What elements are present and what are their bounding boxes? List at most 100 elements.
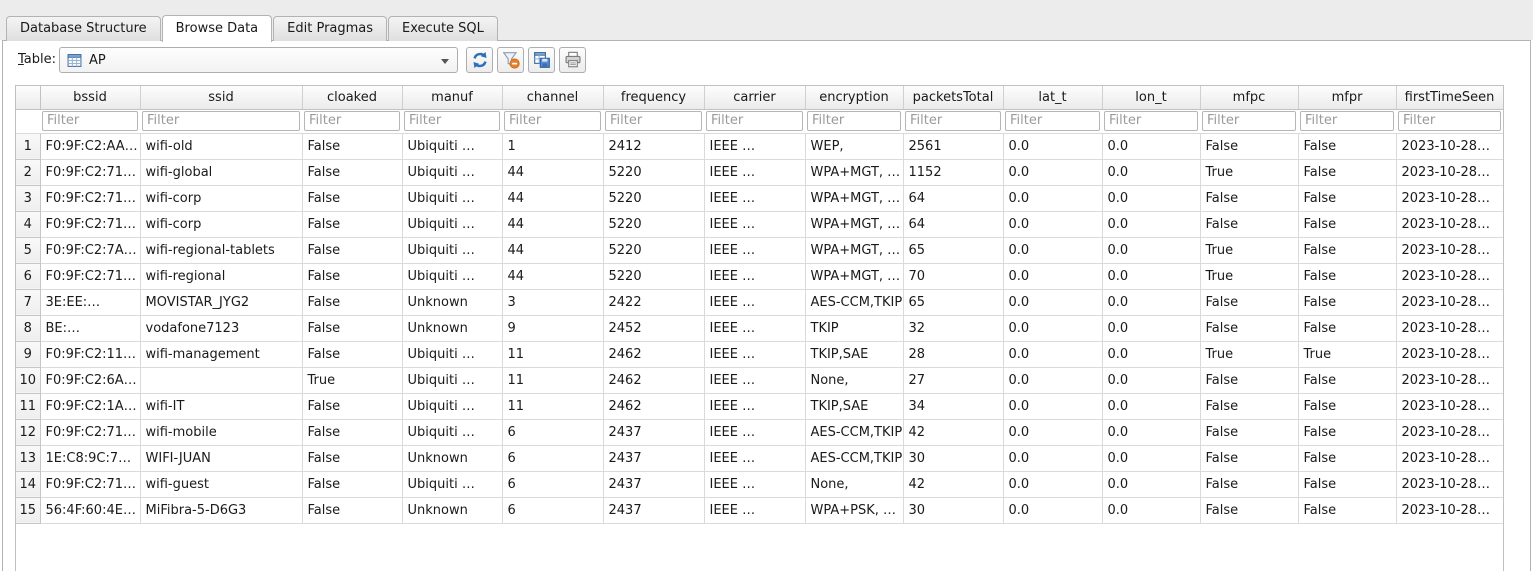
- cell-ssid[interactable]: wifi-global: [140, 159, 303, 186]
- cell-ssid[interactable]: wifi-regional: [140, 263, 303, 290]
- cell-firstTimeSeen[interactable]: 2023-10-28…: [1396, 315, 1503, 342]
- column-header-carrier[interactable]: carrier: [704, 86, 806, 110]
- cell-packetsTotal[interactable]: 42: [903, 419, 1004, 446]
- cell-channel[interactable]: 44: [502, 211, 604, 238]
- cell-lat_t[interactable]: 0.0: [1003, 237, 1103, 264]
- cell-mfpc[interactable]: False: [1200, 419, 1299, 446]
- cell-mfpc[interactable]: False: [1200, 471, 1299, 498]
- cell-firstTimeSeen[interactable]: 2023-10-28…: [1396, 393, 1503, 420]
- row-number[interactable]: 13: [16, 445, 41, 472]
- cell-ssid[interactable]: wifi-old: [140, 133, 303, 160]
- cell-frequency[interactable]: 5220: [603, 211, 705, 238]
- cell-frequency[interactable]: 2437: [603, 445, 705, 472]
- cell-lat_t[interactable]: 0.0: [1003, 341, 1103, 368]
- cell-firstTimeSeen[interactable]: 2023-10-28…: [1396, 445, 1503, 472]
- cell-mfpc[interactable]: True: [1200, 237, 1299, 264]
- cell-frequency[interactable]: 2452: [603, 315, 705, 342]
- cell-carrier[interactable]: IEEE …: [704, 237, 806, 264]
- cell-carrier[interactable]: IEEE …: [704, 367, 806, 394]
- cell-mfpr[interactable]: False: [1298, 471, 1397, 498]
- column-header-lon_t[interactable]: lon_t: [1102, 86, 1201, 110]
- cell-manuf[interactable]: Ubiquiti …: [402, 159, 503, 186]
- cell-lon_t[interactable]: 0.0: [1102, 237, 1201, 264]
- column-header-packetsTotal[interactable]: packetsTotal: [903, 86, 1004, 110]
- cell-frequency[interactable]: 2412: [603, 133, 705, 160]
- cell-ssid[interactable]: MiFibra-5-D6G3: [140, 497, 303, 524]
- cell-ssid[interactable]: vodafone7123: [140, 315, 303, 342]
- cell-carrier[interactable]: IEEE …: [704, 341, 806, 368]
- cell-firstTimeSeen[interactable]: 2023-10-28…: [1396, 263, 1503, 290]
- cell-encryption[interactable]: WPA+MGT, …: [805, 263, 904, 290]
- cell-channel[interactable]: 9: [502, 315, 604, 342]
- cell-cloaked[interactable]: False: [302, 185, 403, 212]
- column-header-firstTimeSeen[interactable]: firstTimeSeen: [1396, 86, 1503, 110]
- cell-mfpr[interactable]: False: [1298, 497, 1397, 524]
- tab-execute-sql[interactable]: Execute SQL: [388, 16, 498, 41]
- cell-firstTimeSeen[interactable]: 2023-10-28…: [1396, 211, 1503, 238]
- cell-frequency[interactable]: 2462: [603, 393, 705, 420]
- cell-carrier[interactable]: IEEE …: [704, 159, 806, 186]
- tab-edit-pragmas[interactable]: Edit Pragmas: [273, 16, 388, 41]
- cell-channel[interactable]: 11: [502, 393, 604, 420]
- column-header-mfpr[interactable]: mfpr: [1298, 86, 1397, 110]
- cell-packetsTotal[interactable]: 28: [903, 341, 1004, 368]
- cell-bssid[interactable]: F0:9F:C2:11…: [40, 341, 141, 368]
- cell-packetsTotal[interactable]: 42: [903, 471, 1004, 498]
- filter-input-mfpc[interactable]: [1202, 110, 1296, 131]
- cell-packetsTotal[interactable]: 1152: [903, 159, 1004, 186]
- cell-mfpr[interactable]: False: [1298, 133, 1397, 160]
- cell-bssid[interactable]: 3E:EE:…: [40, 289, 141, 316]
- cell-lon_t[interactable]: 0.0: [1102, 263, 1201, 290]
- row-number[interactable]: 14: [16, 471, 41, 498]
- cell-encryption[interactable]: AES-CCM,TKIP: [805, 419, 904, 446]
- filter-input-lat_t[interactable]: [1005, 110, 1100, 131]
- cell-carrier[interactable]: IEEE …: [704, 471, 806, 498]
- cell-firstTimeSeen[interactable]: 2023-10-28…: [1396, 367, 1503, 394]
- cell-manuf[interactable]: Ubiquiti …: [402, 393, 503, 420]
- cell-lat_t[interactable]: 0.0: [1003, 393, 1103, 420]
- cell-firstTimeSeen[interactable]: 2023-10-28…: [1396, 289, 1503, 316]
- cell-mfpc[interactable]: False: [1200, 497, 1299, 524]
- cell-channel[interactable]: 44: [502, 263, 604, 290]
- cell-manuf[interactable]: Ubiquiti …: [402, 471, 503, 498]
- row-number[interactable]: 9: [16, 341, 41, 368]
- cell-packetsTotal[interactable]: 30: [903, 445, 1004, 472]
- cell-channel[interactable]: 6: [502, 471, 604, 498]
- cell-lon_t[interactable]: 0.0: [1102, 471, 1201, 498]
- cell-mfpr[interactable]: False: [1298, 367, 1397, 394]
- cell-ssid[interactable]: wifi-corp: [140, 211, 303, 238]
- cell-packetsTotal[interactable]: 2561: [903, 133, 1004, 160]
- column-header-channel[interactable]: channel: [502, 86, 604, 110]
- cell-ssid[interactable]: MOVISTAR_JYG2: [140, 289, 303, 316]
- cell-encryption[interactable]: WPA+PSK, …: [805, 497, 904, 524]
- cell-manuf[interactable]: Unknown: [402, 289, 503, 316]
- cell-encryption[interactable]: WPA+MGT, …: [805, 237, 904, 264]
- cell-mfpc[interactable]: True: [1200, 341, 1299, 368]
- cell-mfpc[interactable]: True: [1200, 263, 1299, 290]
- cell-cloaked[interactable]: False: [302, 237, 403, 264]
- tab-database-structure[interactable]: Database Structure: [6, 16, 161, 41]
- cell-packetsTotal[interactable]: 65: [903, 289, 1004, 316]
- cell-firstTimeSeen[interactable]: 2023-10-28…: [1396, 237, 1503, 264]
- cell-carrier[interactable]: IEEE …: [704, 497, 806, 524]
- cell-bssid[interactable]: BE:…: [40, 315, 141, 342]
- row-number[interactable]: 12: [16, 419, 41, 446]
- cell-cloaked[interactable]: False: [302, 211, 403, 238]
- filter-input-cloaked[interactable]: [304, 110, 400, 131]
- cell-cloaked[interactable]: False: [302, 419, 403, 446]
- cell-mfpc[interactable]: False: [1200, 185, 1299, 212]
- cell-mfpc[interactable]: False: [1200, 367, 1299, 394]
- cell-lon_t[interactable]: 0.0: [1102, 211, 1201, 238]
- column-header-lat_t[interactable]: lat_t: [1003, 86, 1103, 110]
- cell-ssid[interactable]: [140, 367, 303, 394]
- cell-lon_t[interactable]: 0.0: [1102, 393, 1201, 420]
- cell-bssid[interactable]: F0:9F:C2:71…: [40, 471, 141, 498]
- cell-mfpr[interactable]: False: [1298, 237, 1397, 264]
- cell-mfpr[interactable]: False: [1298, 185, 1397, 212]
- column-header-frequency[interactable]: frequency: [603, 86, 705, 110]
- cell-frequency[interactable]: 5220: [603, 185, 705, 212]
- cell-ssid[interactable]: wifi-regional-tablets: [140, 237, 303, 264]
- row-number[interactable]: 15: [16, 497, 41, 524]
- print-button[interactable]: [559, 47, 586, 73]
- cell-cloaked[interactable]: False: [302, 263, 403, 290]
